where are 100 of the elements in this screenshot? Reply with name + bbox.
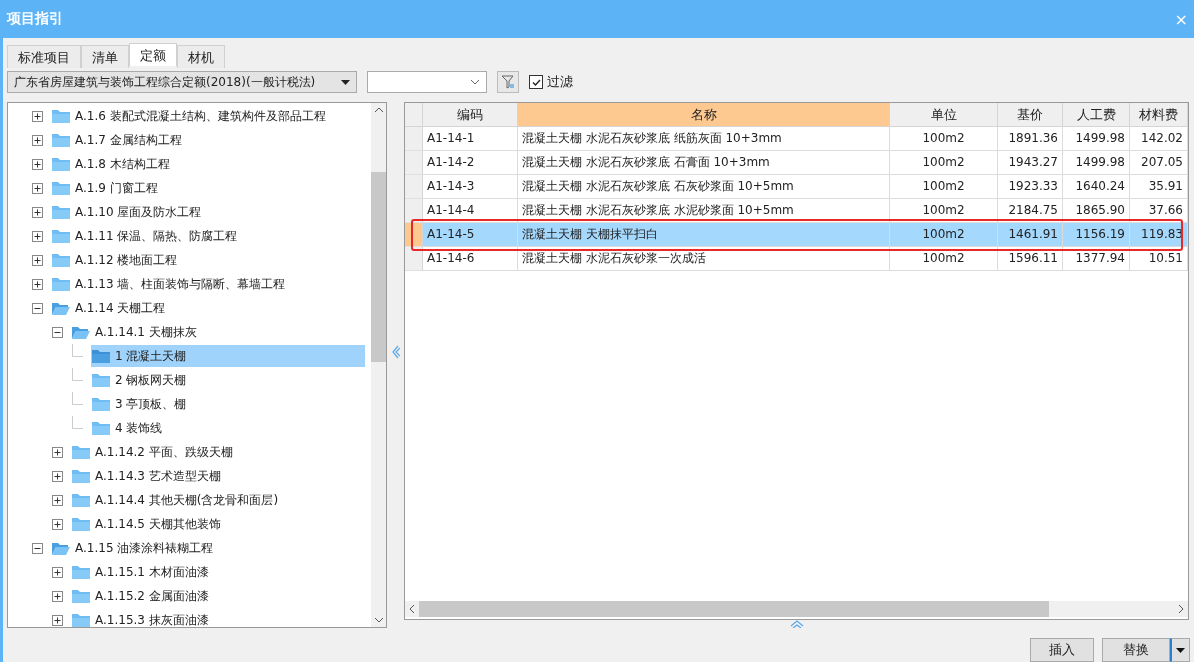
collapse-icon[interactable] bbox=[32, 542, 43, 554]
tree-item[interactable]: A.1.7 金属结构工程 bbox=[51, 129, 186, 151]
folder-icon bbox=[91, 420, 111, 436]
table-row[interactable]: A1-14-6 混凝土天棚 水泥石灰砂浆一次成活 100m2 1596.11 1377.94 10.51 bbox=[405, 247, 1188, 271]
table-cell: 100m2 bbox=[890, 127, 998, 151]
expand-icon[interactable] bbox=[52, 494, 63, 506]
folder-icon bbox=[51, 300, 71, 316]
table-cell: 1377.94 bbox=[1063, 247, 1130, 271]
tree-item[interactable]: A.1.12 楼地面工程 bbox=[51, 249, 182, 271]
tree-item[interactable]: A.1.9 门窗工程 bbox=[51, 177, 162, 199]
tree-item[interactable]: A.1.14.5 天棚其他装饰 bbox=[71, 513, 225, 535]
expand-icon[interactable] bbox=[32, 134, 43, 146]
table-cell: A1-14-1 bbox=[423, 127, 518, 151]
column-header[interactable]: 基价 bbox=[998, 103, 1063, 127]
filter-button[interactable] bbox=[497, 71, 519, 93]
caret-icon bbox=[341, 79, 350, 85]
folder-icon bbox=[71, 516, 91, 532]
expand-icon[interactable] bbox=[52, 470, 63, 482]
expand-icon[interactable] bbox=[52, 518, 63, 530]
scroll-left-icon[interactable] bbox=[409, 604, 415, 615]
expand-icon[interactable] bbox=[32, 182, 43, 194]
column-header[interactable]: 人工费 bbox=[1063, 103, 1130, 127]
table-cell: 100m2 bbox=[890, 175, 998, 199]
folder-icon bbox=[91, 372, 111, 388]
scrollbar[interactable] bbox=[371, 103, 386, 627]
scrollbar[interactable] bbox=[405, 601, 1188, 618]
table-row[interactable]: A1-14-3 混凝土天棚 水泥石灰砂浆底 石灰砂浆面 10+5mm 100m2 1923.33 1640.24 35.91 bbox=[405, 175, 1188, 199]
tree-item[interactable]: 4 装饰线 bbox=[91, 417, 167, 439]
expand-icon[interactable] bbox=[32, 278, 43, 290]
tree-item[interactable]: A.1.15.1 木材面油漆 bbox=[71, 561, 213, 583]
collapse-icon[interactable] bbox=[32, 302, 43, 314]
folder-icon bbox=[71, 324, 91, 340]
tab[interactable]: 材机 bbox=[177, 45, 225, 68]
column-header[interactable]: 单位 bbox=[890, 103, 998, 127]
tree-item[interactable]: A.1.14.3 艺术造型天棚 bbox=[71, 465, 225, 487]
dropdown-button[interactable] bbox=[1170, 638, 1190, 662]
folder-icon bbox=[51, 180, 71, 196]
table-cell: 混凝土天棚 水泥石灰砂浆一次成活 bbox=[518, 247, 890, 271]
table-cell: 1499.98 bbox=[1063, 151, 1130, 175]
expand-icon[interactable] bbox=[52, 614, 63, 626]
table-row[interactable]: A1-14-5 混凝土天棚 天棚抹平扫白 100m2 1461.91 1156.19 119.83 bbox=[405, 223, 1188, 247]
row-header[interactable] bbox=[405, 199, 423, 223]
tree-item[interactable]: A.1.15 油漆涂料裱糊工程 bbox=[51, 537, 218, 559]
column-header[interactable]: 名称 bbox=[518, 103, 890, 127]
table-cell: 1923.33 bbox=[998, 175, 1063, 199]
insert-button[interactable]: 插入 bbox=[1030, 638, 1094, 662]
tree-item[interactable]: 3 亭顶板、棚 bbox=[91, 393, 191, 415]
collapse-icon[interactable] bbox=[52, 326, 63, 338]
tree-item[interactable]: A.1.10 屋面及防水工程 bbox=[51, 201, 206, 223]
table-cell: A1-14-3 bbox=[423, 175, 518, 199]
tree-item[interactable]: A.1.13 墙、柱面装饰与隔断、幕墙工程 bbox=[51, 273, 290, 295]
checkbox[interactable] bbox=[529, 75, 543, 89]
tree-item[interactable]: A.1.15.2 金属面油漆 bbox=[71, 585, 213, 607]
column-header[interactable]: 材料费 bbox=[1130, 103, 1188, 127]
tree-item[interactable]: 2 钢板网天棚 bbox=[91, 369, 191, 391]
scroll-up-icon[interactable] bbox=[373, 107, 384, 113]
folder-icon bbox=[51, 228, 71, 244]
chevron-icon bbox=[470, 79, 480, 85]
folder-icon bbox=[51, 108, 71, 124]
expand-icon[interactable] bbox=[32, 206, 43, 218]
tree-item[interactable]: A.1.14.2 平面、跌级天棚 bbox=[71, 441, 237, 463]
table-row[interactable]: A1-14-2 混凝土天棚 水泥石灰砂浆底 石膏面 10+3mm 100m2 1943.27 1499.98 207.05 bbox=[405, 151, 1188, 175]
folder-icon bbox=[71, 492, 91, 508]
expand-icon[interactable] bbox=[52, 446, 63, 458]
table-cell: 1461.91 bbox=[998, 223, 1063, 247]
tab[interactable]: 定额 bbox=[129, 43, 177, 66]
expand-icon[interactable] bbox=[52, 590, 63, 602]
tree-item[interactable]: A.1.15.3 抹灰面油漆 bbox=[71, 609, 213, 627]
expand-icon[interactable] bbox=[32, 230, 43, 242]
scroll-right-icon[interactable] bbox=[1178, 604, 1184, 615]
tree-item[interactable]: 1 混凝土天棚 bbox=[91, 345, 365, 367]
expand-icon[interactable] bbox=[52, 566, 63, 578]
tree-item[interactable]: A.1.14.1 天棚抹灰 bbox=[71, 321, 201, 343]
tree-item[interactable]: A.1.14 天棚工程 bbox=[51, 297, 170, 319]
scroll-down-icon[interactable] bbox=[373, 617, 384, 623]
tree-item[interactable]: A.1.11 保温、隔热、防腐工程 bbox=[51, 225, 242, 247]
tree-item[interactable]: A.1.8 木结构工程 bbox=[51, 153, 174, 175]
column-header[interactable]: 编码 bbox=[423, 103, 518, 127]
folder-icon bbox=[51, 540, 71, 556]
expand-icon[interactable] bbox=[32, 110, 43, 122]
folder-icon bbox=[71, 588, 91, 604]
expand-icon[interactable] bbox=[32, 158, 43, 170]
table-cell: 142.02 bbox=[1130, 127, 1188, 151]
tab[interactable]: 清单 bbox=[81, 45, 129, 68]
tab[interactable]: 标准项目 bbox=[7, 45, 81, 68]
table-cell: 1499.98 bbox=[1063, 127, 1130, 151]
expand-icon[interactable] bbox=[32, 254, 43, 266]
table-cell: 100m2 bbox=[890, 247, 998, 271]
table-cell: A1-14-2 bbox=[423, 151, 518, 175]
replace-button[interactable]: 替换 bbox=[1102, 638, 1170, 662]
table-cell: 207.05 bbox=[1130, 151, 1188, 175]
table-cell: 119.83 bbox=[1130, 223, 1188, 247]
tree-item[interactable]: A.1.14.4 其他天棚(含龙骨和面层) bbox=[71, 489, 283, 511]
folder-icon bbox=[51, 204, 71, 220]
table-row[interactable]: A1-14-1 混凝土天棚 水泥石灰砂浆底 纸筋灰面 10+3mm 100m2 1891.36 1499.98 142.02 bbox=[405, 127, 1188, 151]
library-dropdown[interactable]: 广东省房屋建筑与装饰工程综合定额(2018)(一般计税法) bbox=[7, 71, 357, 93]
row-header[interactable] bbox=[405, 247, 423, 271]
table-cell: 1596.11 bbox=[998, 247, 1063, 271]
tree-item[interactable]: A.1.6 装配式混凝土结构、建筑构件及部品工程 bbox=[51, 105, 330, 127]
folder-icon bbox=[51, 156, 71, 172]
